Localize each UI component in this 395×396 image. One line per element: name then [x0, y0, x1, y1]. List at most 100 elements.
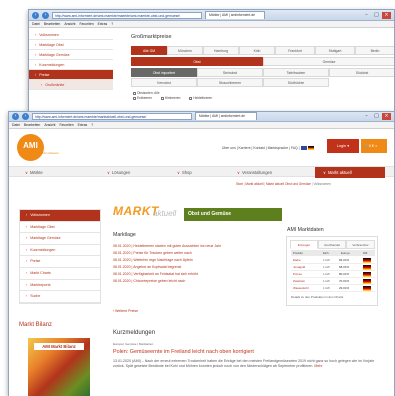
news-item[interactable]: 08.01.2020 | Chicoréepreise geben leicht…	[113, 279, 185, 283]
minimize-icon[interactable]: –	[362, 12, 371, 19]
tab-berlin[interactable]: Berlin	[355, 46, 394, 55]
sidebar-item-marktreporte[interactable]: › Marktreporte	[20, 280, 100, 292]
cart-button[interactable]: 🛒0 € ×	[361, 139, 387, 153]
menu-help[interactable]: ?	[111, 21, 113, 27]
breadcrumb-item[interactable]: Markt aktuell Obst und Gemüse	[266, 182, 311, 186]
ami-logo[interactable]: AMI	[17, 134, 44, 161]
forward-arrow-icon[interactable]: ›	[42, 11, 49, 19]
back-sidebar-item[interactable]: › Marktlage Obst	[29, 40, 113, 50]
table-row[interactable]: Wasserkohl 1 kW 29,00 €	[291, 285, 375, 292]
forward-arrow-icon[interactable]: ›	[22, 112, 29, 120]
markt-bilanz-book-cover[interactable]: AMI Markt Bilanz	[28, 338, 90, 396]
tab-kernobst[interactable]: Kernobst	[131, 78, 197, 87]
tab-gemuese[interactable]: Gemüse	[263, 57, 394, 66]
news-item[interactable]: 08.01.2020 | Weiterhin rege Nachfrage na…	[113, 258, 193, 262]
markt-bilanz-heading: Markt Bilanz	[19, 322, 53, 328]
back-sidebar-item-preise[interactable]: › Preise	[29, 70, 113, 80]
chart-icon[interactable]	[363, 265, 371, 270]
menu-bearbeiten[interactable]: Bearbeiten	[44, 21, 60, 27]
minimize-icon[interactable]: –	[362, 113, 371, 120]
tab-suedfruechte[interactable]: Südfrüchte	[263, 78, 329, 87]
chart-icon[interactable]	[363, 286, 371, 291]
sidebar-item-markt-charts[interactable]: › Markt Charts	[20, 268, 100, 280]
menu-help[interactable]: ?	[91, 122, 93, 128]
back-arrow-icon[interactable]: ‹	[32, 11, 39, 19]
news-item[interactable]: 08.01.2020 | Preise für Trauben geben we…	[113, 251, 192, 255]
close-icon[interactable]: ×	[382, 112, 391, 120]
menu-extras[interactable]: Extras	[78, 122, 88, 128]
flag-uk-icon[interactable]	[301, 146, 308, 151]
back-sidebar-item[interactable]: › Marktlage Gemüse	[29, 50, 113, 60]
top-links-text[interactable]: Über uns | Karriere | Kontakt | Marktspr…	[222, 146, 300, 150]
tab-frankfurt[interactable]: Frankfurt	[275, 46, 315, 55]
maximize-icon[interactable]: □	[372, 113, 381, 120]
login-button[interactable]: Login ▾	[327, 139, 359, 153]
tab-hamburg[interactable]: Hamburg	[203, 46, 239, 55]
news-item[interactable]: 08.01.2020 | Angebot an Kopfsalat begren…	[113, 265, 181, 269]
checkbox-obstsorten-alle[interactable]: Obstsorten: Alle	[133, 91, 393, 95]
back-address-bar[interactable]: http://www.ami-informiert.de/ami-maerkte…	[52, 11, 202, 19]
table-row[interactable]: Porree 1 kW 80,00 €	[291, 271, 375, 278]
menu-favoriten[interactable]: Favoriten	[79, 21, 93, 27]
sidebar-item-marktlage-obst[interactable]: › Marktlage Obst	[20, 222, 100, 234]
tab-stuttgart[interactable]: Stuttgart	[315, 46, 355, 55]
nav-veranstaltungen[interactable]: ∨ Veranstaltungen	[237, 167, 272, 178]
front-browser-tab[interactable]: Märkte | AMI | amiinformiert.de	[195, 112, 257, 120]
table-row[interactable]: Eisbe 1 kW 84,00 €	[291, 257, 375, 264]
back-arrow-icon[interactable]: ‹	[12, 112, 19, 120]
back-sidebar-item[interactable]: › Volksnomen	[29, 30, 113, 40]
menu-datei[interactable]: Datei	[32, 21, 40, 27]
news-item[interactable]: 08.01.2020 | Heidelbeeren starten mit gu…	[113, 244, 221, 248]
checkbox-himbeeren[interactable]: Himbeeren	[160, 96, 180, 100]
menu-ansicht[interactable]: Ansicht	[44, 122, 55, 128]
tab-tafeltrauben[interactable]: Tafeltrauben	[263, 68, 329, 77]
marktdaten-footer-link[interactable]: Details zu den Produkten in den Charts	[291, 295, 343, 299]
nav-maerkte[interactable]: ∨ Märkte	[25, 167, 43, 178]
nav-loesungen[interactable]: ∨ Lösungen	[107, 167, 130, 178]
nav-markt-aktuell[interactable]: ∨ Markt aktuell	[315, 167, 385, 178]
breadcrumb-item[interactable]: Markt aktuell	[245, 182, 263, 186]
sidebar-item-preise[interactable]: › Preise	[20, 256, 100, 268]
flag-de-icon[interactable]	[308, 146, 315, 151]
checkbox-erdbeeren[interactable]: Erdbeeren	[133, 96, 152, 100]
back-sidebar-subitem[interactable]: › Großmärkte	[29, 80, 113, 90]
chevron-right-icon: ›	[26, 224, 28, 229]
tab-alle-gm[interactable]: Alle GM	[131, 46, 167, 55]
chart-icon[interactable]	[363, 272, 371, 277]
tab-muenchen[interactable]: München	[167, 46, 203, 55]
tab-grosshandel[interactable]: Großhandel	[318, 240, 346, 249]
table-row[interactable]: Jonagold 1 kW 68,00 €	[291, 264, 375, 271]
mehr-link[interactable]: Mehr	[314, 364, 322, 368]
tab-erzeuger[interactable]: Erzeuger	[290, 240, 318, 249]
menu-favoriten[interactable]: Favoriten	[59, 122, 73, 128]
sidebar-item-volksnomen[interactable]: › Volksnomen	[20, 210, 100, 222]
nav-shop[interactable]: ∨ Shop	[177, 167, 192, 178]
tab-suedobst[interactable]: Südobst	[329, 68, 394, 77]
chart-icon[interactable]	[363, 279, 371, 284]
menu-ansicht[interactable]: Ansicht	[64, 21, 75, 27]
sidebar-item-suche[interactable]: › Suche	[20, 291, 100, 303]
tab-obst-importiert[interactable]: Obst importiert	[131, 68, 197, 77]
back-sidebar-item[interactable]: › Kurzmeldungen	[29, 60, 113, 70]
menu-datei[interactable]: Datei	[12, 122, 20, 128]
menu-extras[interactable]: Extras	[98, 21, 108, 27]
back-browser-tab[interactable]: Märkte | AMI | amiinformiert.de	[205, 11, 265, 19]
table-row[interactable]: Zwiebeln 1 kW 70,00 €	[291, 278, 375, 285]
maximize-icon[interactable]: □	[372, 12, 381, 19]
news-item[interactable]: 08.01.2020 | Verfügbarkeit an Feldsalat …	[113, 272, 198, 276]
weitere-preise-link[interactable]: › Weitere Preise	[113, 309, 138, 313]
sidebar-item-kurzmeldungen[interactable]: › Kurzmeldungen	[20, 245, 100, 257]
breadcrumb-item[interactable]: Start	[236, 182, 243, 186]
tab-obst[interactable]: Obst	[131, 57, 263, 66]
tab-strauchbeeren[interactable]: Strauchbeeren	[197, 78, 263, 87]
tab-steinobst[interactable]: Steinobst	[197, 68, 263, 77]
menu-bearbeiten[interactable]: Bearbeiten	[24, 122, 40, 128]
sidebar-item-marktlage-gemuese[interactable]: › Marktlage Gemüse	[20, 233, 100, 245]
chart-icon[interactable]	[363, 258, 371, 263]
tab-verbraucher[interactable]: Verbraucher	[346, 240, 375, 249]
front-address-bar[interactable]: http://www.ami-informiert.de/ami-maerkte…	[32, 112, 192, 120]
tab-koeln[interactable]: Köln	[239, 46, 275, 55]
checkbox-heidelbeeren[interactable]: Heidelbeeren	[189, 96, 212, 100]
kurzmeldung-title[interactable]: Polen: Gemüseernte im Freiland leicht na…	[113, 349, 254, 355]
close-icon[interactable]: ×	[382, 11, 391, 19]
